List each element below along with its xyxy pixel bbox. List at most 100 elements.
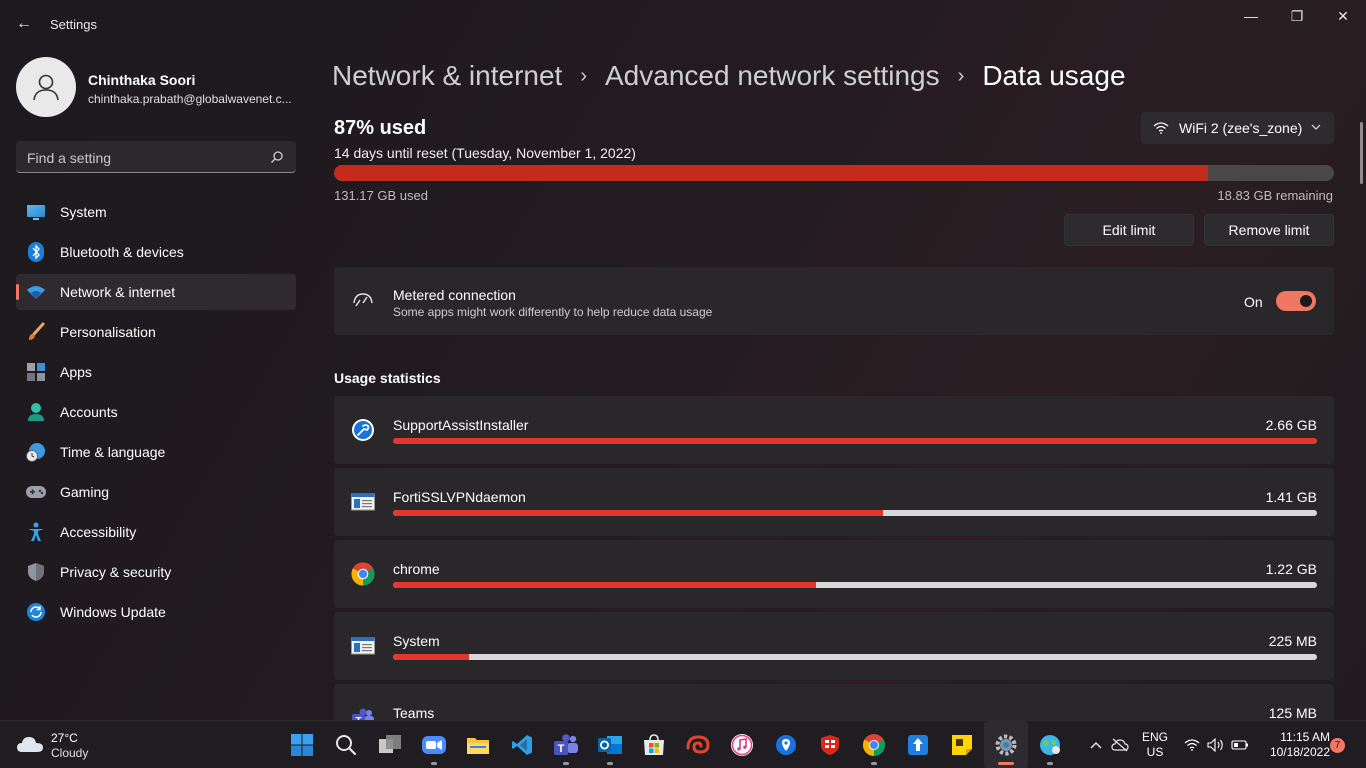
app-usage-bar (393, 582, 1317, 588)
metered-toggle[interactable] (1276, 291, 1316, 311)
data-usage-progress-bar (334, 165, 1334, 181)
bluetooth-icon (26, 242, 46, 262)
clock-date: 10/18/2022 (1269, 745, 1330, 759)
sidebar-item-label: Privacy & security (60, 564, 172, 580)
zoom-icon[interactable] (412, 721, 456, 768)
list-item[interactable]: SupportAssistInstaller 2.66 GB (334, 396, 1334, 464)
sidebar-item-label: Bluetooth & devices (60, 244, 184, 260)
app-title: Settings (50, 17, 97, 32)
chevron-up-icon[interactable] (1084, 721, 1108, 768)
monitor-icon (26, 202, 46, 222)
sidebar-item-label: Network & internet (60, 284, 176, 300)
scrollbar[interactable] (1360, 122, 1363, 184)
sidebar-nav: System Bluetooth & devices Network & int… (16, 194, 296, 634)
sidebar-item-personalisation[interactable]: Personalisation (16, 314, 296, 350)
maps-pin-icon[interactable] (764, 721, 808, 768)
start-icon[interactable] (280, 721, 324, 768)
wifi-icon (1180, 721, 1204, 768)
sidebar-item-accounts[interactable]: Accounts (16, 394, 296, 430)
running-indicator (1047, 762, 1053, 765)
system-tray (1084, 721, 1132, 768)
notification-badge[interactable]: 7 (1330, 738, 1345, 753)
app-swirl-icon[interactable] (676, 721, 720, 768)
remove-limit-button[interactable]: Remove limit (1204, 214, 1334, 246)
list-item[interactable]: FortiSSLVPNdaemon 1.41 GB (334, 468, 1334, 536)
breadcrumb-advanced-network-settings[interactable]: Advanced network settings (605, 60, 940, 92)
store-icon[interactable] (632, 721, 676, 768)
network-selector[interactable]: WiFi 2 (zee's_zone) (1141, 112, 1334, 144)
app-usage-fill (393, 582, 817, 588)
weather-widget[interactable]: 27°C Cloudy (16, 729, 126, 763)
chrome-icon (351, 562, 375, 586)
settings-icon[interactable] (984, 721, 1028, 768)
sticky-notes-icon[interactable] (940, 721, 984, 768)
list-item[interactable]: chrome 1.22 GB (334, 540, 1334, 608)
search-input[interactable]: Find a setting (16, 141, 296, 173)
edit-limit-button[interactable]: Edit limit (1064, 214, 1194, 246)
outlook-icon[interactable] (588, 721, 632, 768)
usage-list: SupportAssistInstaller 2.66 GB FortiSSLV… (334, 396, 1334, 756)
sidebar-item-time-language[interactable]: Time & language (16, 434, 296, 470)
page-title: Data usage (982, 60, 1126, 91)
cloud-icon (17, 737, 43, 752)
close-button[interactable]: ✕ (1320, 0, 1366, 32)
profile-name: Chinthaka Soori (88, 72, 196, 88)
sidebar-item-bluetooth[interactable]: Bluetooth & devices (16, 234, 296, 270)
brush-icon (26, 322, 46, 342)
search-icon[interactable] (324, 721, 368, 768)
svg-text:T: T (558, 743, 565, 755)
sidebar-item-gaming[interactable]: Gaming (16, 474, 296, 510)
teams-icon[interactable]: T (544, 721, 588, 768)
language-code: ENG (1141, 730, 1168, 744)
user-profile[interactable]: Chinthaka Soori chinthaka.prabath@global… (16, 57, 300, 117)
app-name: chrome (393, 561, 440, 577)
sidebar-item-windows-update[interactable]: Windows Update (16, 594, 296, 630)
metered-subtitle: Some apps might work differently to help… (393, 305, 713, 319)
file-explorer-icon[interactable] (456, 721, 500, 768)
breadcrumb-network-internet[interactable]: Network & internet (332, 60, 562, 92)
sidebar-item-label: Windows Update (60, 604, 166, 620)
clock-time: 11:15 AM (1280, 730, 1330, 744)
app-usage-amount: 125 MB (1268, 705, 1317, 721)
chrome-icon[interactable] (852, 721, 896, 768)
taskbar: 27°C Cloudy T ENG US 11:15 AM 10/18/2022… (0, 720, 1366, 768)
taskbar-apps: T (280, 721, 1072, 768)
sidebar-item-privacy[interactable]: Privacy & security (16, 554, 296, 590)
weather-description: Cloudy (51, 746, 89, 760)
wifi-icon (1153, 122, 1169, 134)
volume-icon (1204, 721, 1228, 768)
network-globe-icon[interactable] (1028, 721, 1072, 768)
accessibility-icon (26, 522, 46, 542)
clock[interactable]: 11:15 AM 10/18/2022 (1258, 730, 1330, 760)
app-name: FortiSSLVPNdaemon (393, 489, 526, 505)
sidebar-item-system[interactable]: System (16, 194, 296, 230)
upload-app-icon[interactable] (896, 721, 940, 768)
minimize-button[interactable]: — (1228, 0, 1274, 32)
app-usage-amount: 1.22 GB (1265, 561, 1317, 577)
cloud-offline-icon[interactable] (1108, 721, 1132, 768)
app-usage-amount: 2.66 GB (1265, 417, 1317, 433)
person-icon (26, 402, 46, 422)
avatar (16, 57, 76, 117)
sidebar-item-network[interactable]: Network & internet (16, 274, 296, 310)
language-indicator[interactable]: ENG US (1140, 730, 1170, 760)
maximize-button[interactable]: ❐ (1274, 0, 1320, 32)
shield-icon (26, 562, 46, 582)
fortinet-icon[interactable] (808, 721, 852, 768)
profile-email: chinthaka.prabath@globalwavenet.c... (88, 92, 292, 106)
metered-connection-card: Metered connection Some apps might work … (334, 267, 1334, 335)
quick-settings[interactable] (1180, 721, 1252, 768)
chevron-down-icon (1311, 124, 1321, 130)
task-view-icon[interactable] (368, 721, 412, 768)
wifi-icon (26, 282, 46, 302)
usage-statistics-title: Usage statistics (334, 370, 441, 386)
itunes-icon[interactable] (720, 721, 764, 768)
list-item[interactable]: System 225 MB (334, 612, 1334, 680)
back-button[interactable]: ← (10, 12, 38, 36)
vscode-icon[interactable] (500, 721, 544, 768)
sidebar-item-accessibility[interactable]: Accessibility (16, 514, 296, 550)
sidebar-item-apps[interactable]: Apps (16, 354, 296, 390)
breadcrumb: Network & internet › Advanced network se… (332, 58, 1126, 94)
app-usage-amount: 225 MB (1268, 633, 1317, 649)
metered-title: Metered connection (393, 287, 516, 303)
